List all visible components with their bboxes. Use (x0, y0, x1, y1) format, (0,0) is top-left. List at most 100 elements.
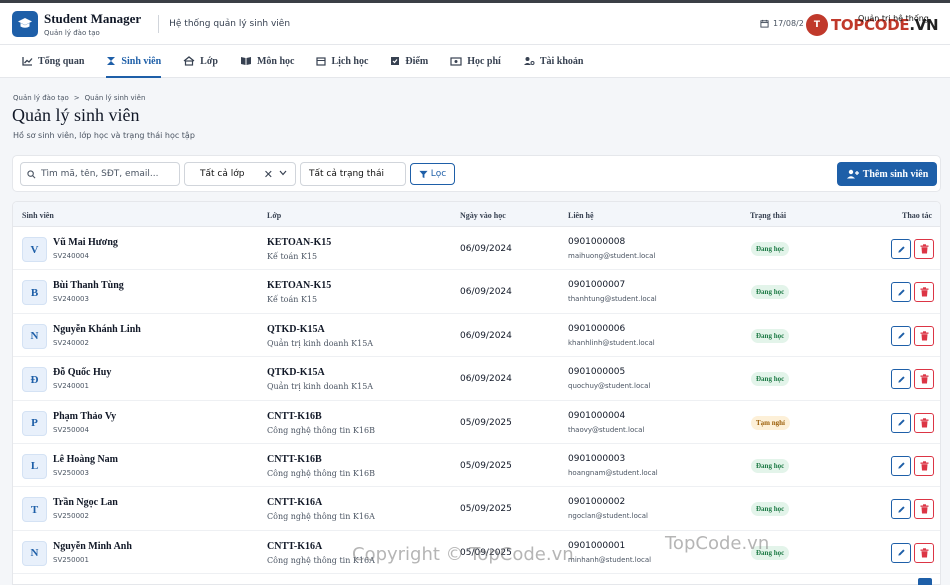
email: ngoclan@student.local (568, 512, 648, 521)
header-student: Sinh viên (22, 211, 54, 220)
filter-bar: Tất cả lớp ✕ Tất cả trạng thái Lọc Thêm … (12, 155, 941, 192)
delete-button[interactable] (914, 325, 934, 346)
delete-button[interactable] (914, 239, 934, 259)
class-name: Công nghệ thông tin K16B (267, 468, 375, 478)
table-row[interactable]: Đ Đỗ Quốc Huy SV240001 QTKD-K15A Quản tr… (13, 357, 940, 401)
app-window: Student Manager Quản lý đào tạo Hệ thống… (0, 0, 950, 585)
student-code: SV240001 (53, 382, 89, 391)
nav-item-students[interactable]: Sinh viên (106, 45, 161, 78)
nav-item-subjects[interactable]: Môn học (240, 45, 294, 78)
enrolled-date: 05/09/2025 (460, 460, 512, 471)
header-class: Lớp (267, 211, 282, 220)
breadcrumb-current: Quản lý sinh viên (84, 94, 146, 102)
search-box[interactable] (20, 162, 180, 186)
nav-label: Tài khoản (539, 55, 584, 67)
enrolled-date: 06/09/2024 (460, 374, 512, 385)
email: maihuong@student.local (568, 252, 656, 260)
delete-button[interactable] (914, 455, 934, 476)
breadcrumb-root[interactable]: Quản lý đào tạo (13, 94, 69, 102)
top-bar: Student Manager Quản lý đào tạo Hệ thống… (0, 0, 950, 45)
student-code: SV240002 (53, 338, 89, 347)
nav-item-classes[interactable]: Lớp (183, 45, 218, 78)
filter-button[interactable]: Lọc (410, 163, 455, 185)
avatar: T (22, 497, 47, 523)
table-row[interactable]: B Bùi Thanh Tùng SV240003 KETOAN-K15 Kế … (13, 270, 940, 314)
pencil-icon (897, 376, 905, 383)
status-select[interactable]: Tất cả trạng thái (300, 162, 406, 186)
avatar: Đ (22, 367, 47, 393)
email: thanhtung@student.local (568, 295, 657, 304)
nav-item-overview[interactable]: Tổng quan (22, 45, 84, 78)
student-code: SV250003 (53, 468, 89, 477)
student-name: Trần Ngọc Lan (53, 497, 118, 509)
edit-button[interactable] (891, 412, 911, 433)
pencil-icon (897, 506, 905, 513)
table-row[interactable]: L Lê Hoàng Nam SV250003 CNTT-K16B Công n… (13, 444, 940, 488)
table-row[interactable]: V Vũ Mai Hương SV240004 KETOAN-K15 Kế to… (13, 227, 940, 271)
edit-button[interactable] (891, 239, 911, 259)
enrolled-date: 06/09/2024 (460, 244, 512, 254)
breadcrumb: Quản lý đào tạo > Quản lý sinh viên (13, 94, 145, 102)
add-student-button[interactable]: Thêm sinh viên (837, 162, 937, 186)
nav-item-grades[interactable]: Điểm (390, 45, 428, 78)
user-plus-icon (846, 169, 859, 179)
student-name: Lê Hoàng Nam (53, 453, 118, 465)
class-code: CNTT-K16A (267, 540, 323, 552)
nav-item-tuition[interactable]: Học phí (450, 45, 501, 78)
edit-button[interactable] (891, 542, 911, 563)
breadcrumb-separator: > (73, 94, 80, 102)
class-select-value: Tất cả lớp (200, 169, 245, 179)
email: thaovy@student.local (568, 425, 645, 434)
table-row[interactable]: P Phạm Thảo Vy SV250004 CNTT-K16B Công n… (13, 401, 940, 444)
class-name: Quản trị kinh doanh K15A (267, 338, 374, 348)
delete-button[interactable] (914, 499, 934, 520)
status-badge: Tạm nghỉ (751, 415, 790, 430)
class-name: Kế toán K15 (267, 252, 318, 261)
class-code: QTKD-K15A (267, 323, 325, 335)
edit-button[interactable] (891, 325, 911, 346)
table-row[interactable]: N Nguyễn Khánh Linh SV240002 QTKD-K15A Q… (13, 314, 940, 358)
header-actions: Thao tác (902, 211, 932, 220)
search-input[interactable] (41, 169, 171, 179)
edit-button[interactable] (891, 455, 911, 476)
enrolled-date: 06/09/2024 (460, 287, 512, 298)
avatar: N (22, 323, 47, 349)
app-subtitle: Quản lý đào tạo (44, 28, 100, 37)
delete-button[interactable] (914, 542, 934, 563)
main-nav: Tổng quan Sinh viên Lớp Môn học Lịch học… (0, 45, 950, 78)
delete-button[interactable] (914, 369, 934, 390)
delete-button[interactable] (914, 282, 934, 303)
student-code: SV240003 (53, 295, 89, 304)
email: quochuy@student.local (568, 382, 651, 391)
edit-button[interactable] (891, 282, 911, 303)
nav-item-accounts[interactable]: Tài khoản (523, 45, 584, 78)
trash-icon (920, 331, 928, 341)
class-code: KETOAN-K15 (267, 237, 332, 248)
nav-item-schedule[interactable]: Lịch học (316, 45, 368, 78)
filter-button-label: Lọc (430, 169, 447, 179)
user-role[interactable]: Quản trị hệ thống (858, 14, 929, 23)
class-code: QTKD-K15A (267, 367, 325, 379)
trash-icon (920, 244, 928, 254)
student-code: SV250004 (53, 425, 89, 434)
status-badge: Đang học (751, 285, 790, 300)
copyright-watermark: Copyright © TopCode.vn (352, 544, 574, 565)
edit-button[interactable] (891, 369, 911, 390)
table-body: V Vũ Mai Hương SV240004 KETOAN-K15 Kế to… (13, 227, 940, 575)
table-row[interactable]: T Trần Ngọc Lan SV250002 CNTT-K16A Công … (13, 487, 940, 531)
trash-icon (920, 287, 928, 297)
class-code: CNTT-K16A (267, 497, 323, 509)
phone: 0901000008 (568, 237, 626, 247)
header-contact: Liên hệ (568, 211, 594, 220)
phone: 0901000004 (568, 410, 626, 421)
clear-icon[interactable]: ✕ (264, 168, 273, 181)
edit-button[interactable] (891, 499, 911, 520)
current-date: 17/08/2 (773, 19, 804, 28)
chevron-down-icon (279, 170, 287, 176)
delete-button[interactable] (914, 412, 934, 433)
enrolled-date: 05/09/2025 (460, 417, 512, 428)
divider (158, 14, 160, 33)
student-name: Đỗ Quốc Huy (53, 367, 112, 379)
class-select[interactable]: Tất cả lớp ✕ (184, 162, 296, 186)
scroll-to-top-button[interactable] (918, 578, 932, 585)
